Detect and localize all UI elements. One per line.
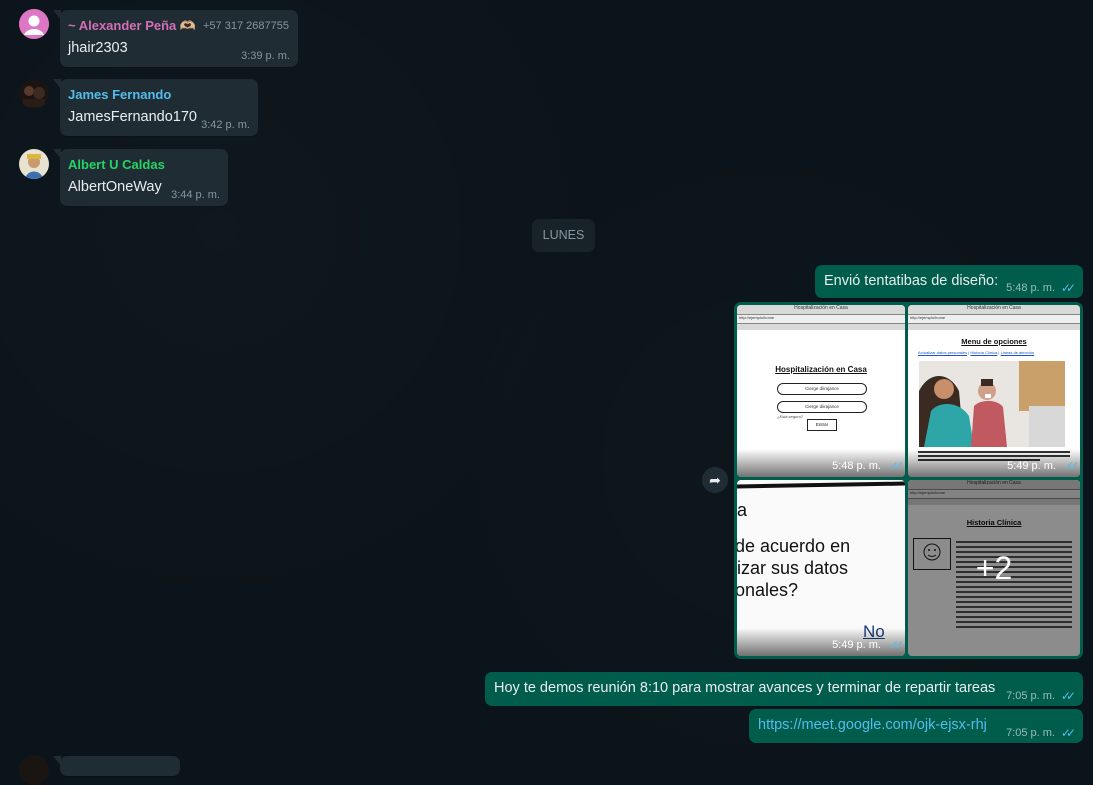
message-time: 3:39 p. m. <box>241 50 290 62</box>
double-check-icon: ✓✓ <box>888 638 904 652</box>
message-time: 5:48 p. m. <box>1006 282 1055 294</box>
photo-text-line: lizar sus datos <box>737 558 849 578</box>
profile-photo-icon <box>19 79 49 109</box>
avatar[interactable] <box>19 9 49 39</box>
wireframe-caption: Hospitalización en Casa <box>967 305 1021 311</box>
message-text: Hoy te demos reunión 8:10 para mostrar a… <box>494 680 996 696</box>
wireframe-link: Historia Clínica <box>970 350 998 355</box>
message-bubble[interactable]: ~ Alexander Peña 🫶🏼 +57 317 2687755 jhai… <box>53 10 298 67</box>
sender-name[interactable]: James Fernando <box>68 87 171 102</box>
forward-arrow-icon[interactable]: ➦ <box>702 467 728 493</box>
photo-text-line: de acuerdo en <box>737 536 851 556</box>
wireframe-link: Lineas de atención <box>1000 350 1035 355</box>
date-divider: LUNES <box>532 219 595 252</box>
message-text: Envió tentatibas de diseño: <box>824 273 999 289</box>
wireframe-url: http://ejemplo/home <box>910 315 946 320</box>
message-time: 3:44 p. m. <box>171 189 220 201</box>
album-image[interactable]: a de acuerdo en lizar sus datos onales? … <box>737 480 905 656</box>
message-time: 7:05 p. m. <box>1006 727 1055 739</box>
wireframe-button: Entrar <box>807 419 837 431</box>
wireframe-url: http://ejemplo/home <box>739 315 775 320</box>
wireframe-title: Hospitalización en Casa <box>775 365 867 374</box>
more-images-count[interactable]: +2 <box>908 550 1080 587</box>
default-avatar-icon <box>19 9 49 39</box>
double-check-icon: ✓✓ <box>1060 726 1076 740</box>
sender-name[interactable]: ~ Alexander Peña 🫶🏼 <box>68 18 196 34</box>
message-bubble-outgoing[interactable]: Envió tentatibas de diseño: 5:48 p. m. ✓… <box>815 265 1083 298</box>
avatar[interactable] <box>19 149 49 179</box>
double-check-icon: ✓✓ <box>1060 689 1076 703</box>
message-time: 3:42 p. m. <box>201 119 250 131</box>
meeting-link[interactable]: https://meet.google.com/ojk-ejsx-rhj <box>758 717 987 733</box>
double-check-icon: ✓✓ <box>888 459 904 473</box>
message-text: JamesFernando170 <box>68 109 197 125</box>
wireframe-title: Menu de opciones <box>961 337 1027 346</box>
album-image[interactable]: Hospitalización en Casa http://ejemplo/h… <box>737 305 905 477</box>
message-bubble[interactable] <box>53 756 180 776</box>
photo-text-line: onales? <box>737 580 799 600</box>
album-image[interactable]: Hospitalización en Casa http://ejemplo/h… <box>908 480 1080 656</box>
image-time: 5:49 p. m. <box>832 639 881 651</box>
photo-text-line: a <box>737 500 748 520</box>
avatar[interactable] <box>19 79 49 109</box>
album-image[interactable]: Hospitalización en Casa http://ejemplo/h… <box>908 305 1080 477</box>
wireframe-field: Cierge diirajance <box>777 401 867 413</box>
image-time: 5:49 p. m. <box>1007 460 1056 472</box>
message-bubble-outgoing[interactable]: Hoy te demos reunión 8:10 para mostrar a… <box>485 672 1083 706</box>
message-time: 7:05 p. m. <box>1006 690 1055 702</box>
image-time: 5:48 p. m. <box>832 460 881 472</box>
profile-photo-icon <box>19 149 49 179</box>
sender-name[interactable]: Albert U Caldas <box>68 157 165 172</box>
sender-phone: +57 317 2687755 <box>203 20 289 32</box>
message-text: AlbertOneWay <box>68 179 162 195</box>
wireframe-hint: ¿Está seguro? <box>777 414 804 419</box>
chat-panel: ~ Alexander Peña 🫶🏼 +57 317 2687755 jhai… <box>0 0 1093 785</box>
avatar[interactable] <box>19 755 49 785</box>
message-text: jhair2303 <box>68 40 128 56</box>
wireframe-field: Cierge diirajance <box>777 383 867 395</box>
wireframe-caption: Hospitalización en Casa <box>794 305 848 311</box>
wireframe-link: Actualizar datos personales <box>918 350 968 355</box>
image-album[interactable]: Hospitalización en Casa http://ejemplo/h… <box>734 302 1083 659</box>
nurse-photo <box>919 361 1065 447</box>
message-bubble[interactable]: Albert U Caldas AlbertOneWay 3:44 p. m. <box>53 149 228 206</box>
message-bubble[interactable]: James Fernando JamesFernando170 3:42 p. … <box>53 79 258 136</box>
message-bubble-outgoing[interactable]: https://meet.google.com/ojk-ejsx-rhj 7:0… <box>749 709 1083 743</box>
double-check-icon: ✓✓ <box>1060 281 1076 295</box>
double-check-icon: ✓✓ <box>1063 459 1079 473</box>
